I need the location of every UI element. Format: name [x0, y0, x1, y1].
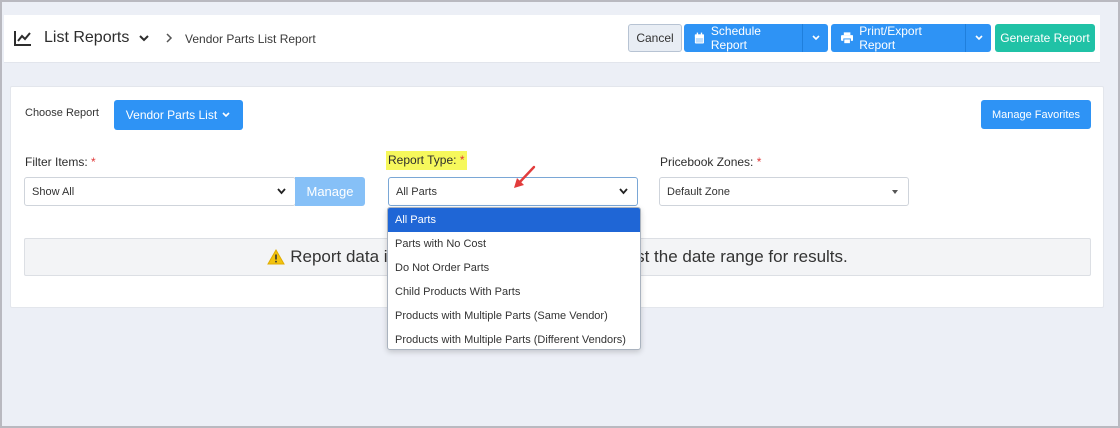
- page-header: List Reports Vendor Parts List Report Ca…: [4, 15, 1100, 63]
- chevron-down-icon: [277, 188, 286, 195]
- schedule-report-label: Schedule Report: [710, 24, 761, 52]
- alert-text-left: Report data is: [290, 247, 397, 266]
- print-export-menu-toggle[interactable]: [965, 24, 991, 52]
- choose-report-label: Choose Report: [25, 107, 99, 119]
- filter-items-value: Show All: [32, 185, 75, 198]
- caret-down-icon: [892, 190, 898, 194]
- schedule-report-split-button: Schedule Report: [684, 24, 828, 52]
- dropdown-option-do-not-order[interactable]: Do Not Order Parts: [388, 256, 640, 280]
- required-mark: *: [459, 153, 465, 167]
- filter-items-label-text: Filter Items:: [25, 155, 88, 169]
- dropdown-option-all-parts[interactable]: All Parts: [388, 208, 640, 232]
- report-type-value: All Parts: [396, 185, 437, 198]
- chevron-down-icon: [974, 35, 983, 41]
- page-title[interactable]: List Reports: [44, 29, 129, 47]
- pricebook-zones-select[interactable]: Default Zone: [659, 177, 909, 206]
- printer-icon: [841, 32, 854, 44]
- required-mark: *: [756, 155, 762, 169]
- alert-text-right: st the date range for results.: [636, 247, 848, 266]
- dropdown-option-multi-parts-different-vendors[interactable]: Products with Multiple Parts (Different …: [388, 328, 640, 349]
- chevron-right-icon: [166, 33, 173, 43]
- breadcrumb: Vendor Parts List Report: [185, 32, 316, 46]
- vendor-parts-list-button[interactable]: Vendor Parts List: [114, 100, 243, 130]
- pricebook-zones-value: Default Zone: [667, 185, 730, 198]
- manage-favorites-button[interactable]: Manage Favorites: [981, 100, 1091, 129]
- vendor-parts-list-label: Vendor Parts List: [125, 108, 218, 122]
- cancel-button[interactable]: Cancel: [628, 24, 682, 52]
- pointer-arrow-icon: [514, 165, 536, 188]
- report-type-label-text: Report Type:: [388, 153, 457, 167]
- calendar-icon: [694, 32, 704, 43]
- filter-items-select[interactable]: Show All: [24, 177, 296, 206]
- print-export-label: Print/Export Report: [859, 24, 922, 52]
- filter-items-label: Filter Items: *: [25, 155, 96, 169]
- pricebook-zones-label: Pricebook Zones: *: [660, 155, 761, 169]
- chevron-down-icon: [811, 35, 820, 41]
- schedule-report-menu-toggle[interactable]: [802, 24, 828, 52]
- chevron-down-icon[interactable]: [138, 33, 150, 43]
- generate-report-button[interactable]: Generate Report: [995, 24, 1095, 52]
- schedule-report-button[interactable]: Schedule Report: [684, 24, 802, 52]
- line-chart-icon: [14, 31, 31, 46]
- report-type-highlight: Report Type: *: [386, 151, 467, 170]
- dropdown-option-child-products[interactable]: Child Products With Parts: [388, 280, 640, 304]
- print-export-button[interactable]: Print/Export Report: [831, 24, 965, 52]
- required-mark: *: [91, 155, 96, 169]
- dropdown-option-parts-no-cost[interactable]: Parts with No Cost: [388, 232, 640, 256]
- pricebook-zones-label-text: Pricebook Zones:: [660, 155, 754, 169]
- manage-button[interactable]: Manage: [295, 177, 365, 206]
- warning-icon: [267, 249, 286, 265]
- report-type-dropdown: All Parts Parts with No Cost Do Not Orde…: [387, 207, 641, 350]
- print-export-split-button: Print/Export Report: [831, 24, 991, 52]
- dropdown-option-multi-parts-same-vendor[interactable]: Products with Multiple Parts (Same Vendo…: [388, 304, 640, 328]
- app-frame: List Reports Vendor Parts List Report Ca…: [0, 0, 1120, 428]
- chevron-down-icon: [619, 188, 628, 195]
- report-type-label: Report Type: *: [386, 151, 467, 170]
- chevron-down-icon: [222, 112, 230, 118]
